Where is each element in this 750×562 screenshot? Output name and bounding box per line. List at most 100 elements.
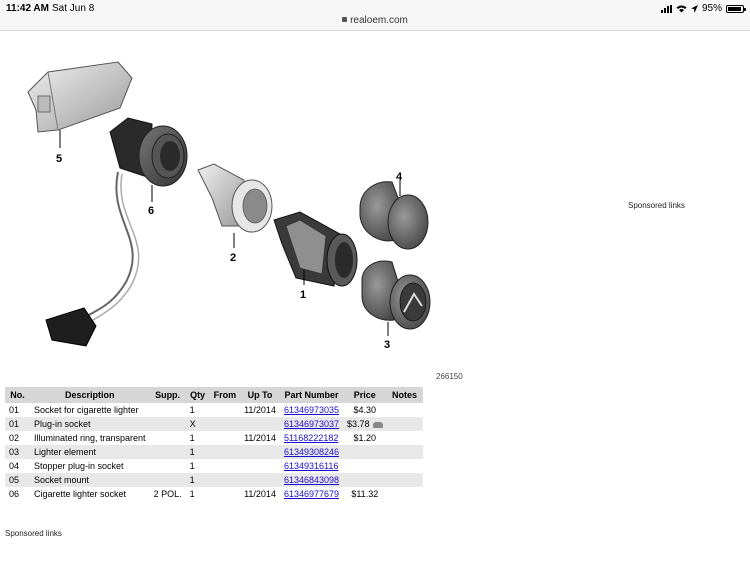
cell-part-number: 61346977679 [280,487,343,501]
part-number-link[interactable]: 61346973037 [284,419,339,429]
cell-description: Illuminated ring, transparent [34,433,146,443]
status-date: Sat Jun 8 [52,3,95,14]
cell-upto: 11/2014 [244,433,276,443]
table-row: 02 Illuminated ring, transparent 1 11/20… [5,431,423,445]
cell-supp: 2 POL. [153,489,182,499]
cell-description: Stopper plug-in socket [34,461,124,471]
cell-from [209,417,241,431]
cell-notes [386,417,423,431]
cell-supp [150,431,186,445]
cell-no: 06 [9,489,20,499]
cell-from [209,473,241,487]
cell-upto: 11/2014 [244,405,276,415]
cell-price: $1.20 [353,433,377,443]
cell-upto [240,473,280,487]
col-from: From [209,387,241,403]
cell-qty: 1 [185,473,210,487]
cell-description: Socket for cigarette lighter [34,405,139,415]
part-6-lighter-socket[interactable] [45,117,188,347]
callout-5: 5 [56,153,62,165]
cell-no: 01 [9,405,20,415]
table-row: 01 Plug-in socket X 61346973037 $3.78 [5,417,423,431]
cell-qty: 1 [189,461,195,471]
cell-price: $11.32 [351,489,379,499]
sponsored-links-footer: Sponsored links [5,529,62,538]
cell-no: 01 [5,417,30,431]
part-3-lighter-element[interactable] [361,260,431,336]
col-no: No. [5,387,30,403]
location-icon [690,4,698,13]
col-description: Description [30,387,150,403]
cell-price [343,445,387,459]
cell-description: Cigarette lighter socket [34,489,127,499]
cell-price: $3.78 [343,417,387,431]
col-upto: Up To [240,387,280,403]
cell-from [210,403,241,417]
col-notes: Notes [386,387,423,403]
part-number-link[interactable]: 61346843098 [284,475,339,485]
part-1-socket[interactable] [273,211,358,287]
cell-from [210,431,241,445]
cell-qty: 1 [185,445,210,459]
cell-price: $4.30 [353,405,377,415]
cell-supp [150,403,186,417]
cell-qty: 1 [189,489,195,499]
cell-notes [386,473,423,487]
cell-part-number: 61346973037 [279,417,344,431]
price-value: $3.78 [347,419,370,429]
callout-1: 1 [300,289,306,301]
cell-qty: 1 [189,433,195,443]
cell-part-number: 61349308246 [279,445,344,459]
status-indicators: 95% [660,3,746,14]
status-time: 11:42 AM [6,3,49,14]
table-row: 04 Stopper plug-in socket 1 61349316116 [5,459,423,473]
cell-supp [149,473,186,487]
cell-from [210,459,241,473]
part-number-link[interactable]: 61349316116 [284,461,338,471]
cell-notes [387,459,423,473]
battery-icon [726,4,746,13]
cell-supp [149,417,186,431]
part-2-illuminated-ring[interactable] [197,163,273,248]
cell-upto: 11/2014 [244,489,276,499]
address-bar[interactable]: realoem.com [0,15,750,26]
cell-part-number: 61349316116 [280,459,343,473]
table-row: 01 Socket for cigarette lighter 1 11/201… [5,403,423,417]
table-row: 06 Cigarette lighter socket 2 POL. 1 11/… [5,487,423,501]
cell-qty: X [185,417,210,431]
part-number-link[interactable]: 51168222182 [284,433,338,443]
wifi-icon [676,5,687,12]
sponsored-links-sidebar: Sponsored links [628,201,685,210]
car-icon[interactable] [372,421,383,428]
table-header-row: No. Description Supp. Qty From Up To Par… [5,387,423,403]
cell-supp [150,459,186,473]
callout-6: 6 [148,205,154,217]
cell-upto [240,459,280,473]
callout-3: 3 [384,339,390,351]
part-number-link[interactable]: 61346973035 [284,405,339,415]
cell-no: 02 [9,433,20,443]
cell-price [343,459,387,473]
diagram-id: 266150 [436,372,463,381]
cell-notes [387,431,423,445]
cell-upto [240,417,280,431]
battery-percent: 95% [701,3,722,14]
callout-2: 2 [230,252,236,264]
cell-no: 05 [5,473,30,487]
cell-description: Lighter element [30,445,150,459]
table-row: 05 Socket mount 1 61346843098 [5,473,423,487]
cell-from [209,445,241,459]
status-bar: 11:42 AM Sat Jun 8 realoem.com 95% [0,0,750,31]
col-supp: Supp. [149,387,186,403]
part-4-stopper-plug[interactable] [359,180,429,250]
cell-qty: 1 [189,405,195,415]
cell-part-number: 51168222182 [280,431,343,445]
cell-from [210,487,241,501]
cell-notes [387,403,423,417]
part-number-link[interactable]: 61349308246 [284,447,339,457]
col-qty: Qty [185,387,210,403]
address-url: realoem.com [350,15,408,26]
col-part-number: Part Number [279,387,344,403]
part-number-link[interactable]: 61346977679 [284,489,339,499]
callout-4: 4 [396,171,403,183]
